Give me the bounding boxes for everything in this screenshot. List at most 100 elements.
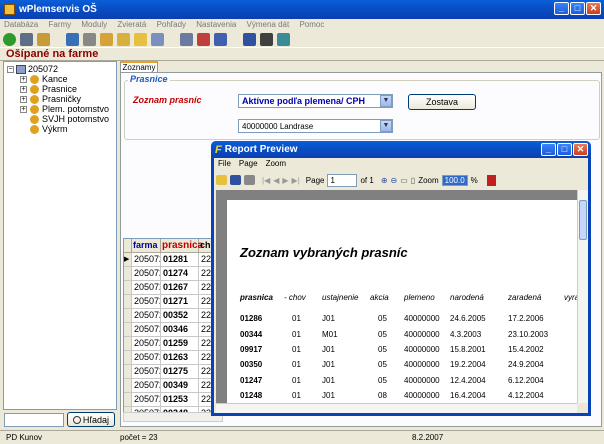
cell-prasnica[interactable]: 01275 <box>161 365 199 379</box>
zoom-input[interactable]: 100.0 <box>441 174 468 186</box>
cell-farma[interactable]: 205072 <box>132 309 161 323</box>
tree-item-prasnice[interactable]: + Prasnice <box>20 84 77 94</box>
table-row[interactable]: 2050720125322 <box>124 393 222 407</box>
tree-root[interactable]: − 205072 <box>7 64 58 74</box>
preview-vscroll[interactable] <box>577 190 588 403</box>
folder-icon[interactable] <box>134 32 147 46</box>
tree-item-vykrm[interactable]: Výkrm <box>30 124 68 134</box>
chevron-down-icon[interactable]: ▼ <box>380 120 392 132</box>
page-input[interactable] <box>327 173 358 187</box>
cell-farma[interactable]: 205072 <box>132 365 161 379</box>
maximize-button[interactable]: □ <box>570 2 585 15</box>
table-row[interactable]: 2050720127422 <box>124 267 222 281</box>
menu-zvierata[interactable]: Zvieratá <box>117 20 146 29</box>
row-selector[interactable] <box>124 323 132 337</box>
cell-farma[interactable]: 205072 <box>132 351 161 365</box>
zoom-out-icon[interactable]: ⊖ <box>391 176 398 185</box>
edit-icon[interactable] <box>83 32 96 46</box>
first-page-icon[interactable]: |◀ <box>262 176 270 185</box>
card-icon[interactable] <box>151 32 164 46</box>
row-selector[interactable]: ▶ <box>124 253 132 267</box>
cell-farma[interactable]: 205072 <box>132 295 161 309</box>
preview-menu-page[interactable]: Page <box>239 159 258 168</box>
row-selector[interactable] <box>124 281 132 295</box>
table-row[interactable]: 2050720034922 <box>124 379 222 393</box>
tree-item-kance[interactable]: + Kance <box>20 74 68 84</box>
row-selector[interactable] <box>124 295 132 309</box>
zoom-in-icon[interactable]: ⊕ <box>381 176 388 185</box>
preview-menu-zoom[interactable]: Zoom <box>266 159 286 168</box>
pig-icon[interactable] <box>100 32 113 46</box>
table-row[interactable]: 2050720125922 <box>124 337 222 351</box>
cell-farma[interactable]: 205072 <box>132 281 161 295</box>
options-icon[interactable] <box>37 32 50 46</box>
search-button[interactable]: Hľadaj <box>67 412 115 427</box>
preview-close-button[interactable]: ✕ <box>573 143 588 156</box>
chevron-down-icon[interactable]: ▼ <box>380 95 392 107</box>
print-icon[interactable] <box>244 175 255 185</box>
prev-page-icon[interactable]: ◀ <box>273 176 279 185</box>
refresh-icon[interactable] <box>3 32 16 46</box>
filter-select[interactable]: Aktívne podľa plemena/ CPH ▼ <box>238 94 393 108</box>
menu-moduly[interactable]: Moduly <box>81 20 107 29</box>
zostava-button[interactable]: Zostava <box>408 94 476 110</box>
tree-item-prasnicky[interactable]: + Prasničky <box>20 94 81 104</box>
fit-width-icon[interactable]: ▭ <box>400 176 408 185</box>
scroll-thumb[interactable] <box>579 200 587 240</box>
pig-group-icon[interactable] <box>117 32 130 46</box>
cell-prasnica[interactable]: 01253 <box>161 393 199 407</box>
save-icon[interactable] <box>230 175 241 185</box>
last-page-icon[interactable]: ▶| <box>292 176 300 185</box>
cell-prasnica[interactable]: 00346 <box>161 323 199 337</box>
cell-farma[interactable]: 205072 <box>132 323 161 337</box>
preview-menu-file[interactable]: File <box>218 159 231 168</box>
cell-prasnica[interactable]: 01267 <box>161 281 199 295</box>
cell-farma[interactable]: 205072 <box>132 267 161 281</box>
preview-minimize-button[interactable]: _ <box>541 143 556 156</box>
fit-page-icon[interactable]: ▯ <box>411 176 415 185</box>
report-blue-icon[interactable] <box>214 32 227 46</box>
network-icon[interactable] <box>277 32 290 46</box>
menu-pohlady[interactable]: Pohľady <box>157 20 186 29</box>
export-icon[interactable] <box>260 32 273 46</box>
report-icon[interactable] <box>180 32 193 46</box>
table-row[interactable]: 2050720126322 <box>124 351 222 365</box>
close-preview-icon[interactable] <box>486 174 496 186</box>
tree-item-plem-potomstvo[interactable]: + Plem. potomstvo <box>20 104 109 114</box>
close-button[interactable]: ✕ <box>586 2 601 15</box>
table-row[interactable]: 2050720035222 <box>124 309 222 323</box>
cell-prasnica[interactable]: 00349 <box>161 379 199 393</box>
column-header-prasnica[interactable]: prasnica <box>161 239 203 252</box>
search-input[interactable] <box>4 413 64 427</box>
row-selector[interactable] <box>124 309 132 323</box>
cell-farma[interactable]: 205072 <box>132 393 161 407</box>
report-red-icon[interactable] <box>197 32 210 46</box>
row-selector[interactable] <box>124 337 132 351</box>
cell-prasnica[interactable]: 01281 <box>161 253 199 267</box>
open-icon[interactable] <box>20 32 33 46</box>
table-row[interactable]: 2050720127122 <box>124 295 222 309</box>
breed-select[interactable]: 40000000 Landrase ▼ <box>238 119 393 133</box>
tree-item-svjh-potomstvo[interactable]: SVJH potomstvo <box>30 114 109 124</box>
cell-prasnica[interactable]: 01271 <box>161 295 199 309</box>
menu-vymena-dat[interactable]: Výmena dát <box>247 20 290 29</box>
menu-farmy[interactable]: Farmy <box>48 20 71 29</box>
row-selector[interactable] <box>124 351 132 365</box>
table-row[interactable]: 2050720126722 <box>124 281 222 295</box>
column-header-farma[interactable]: farma <box>132 239 161 252</box>
table-row[interactable]: 2050720127522 <box>124 365 222 379</box>
preview-hscroll[interactable] <box>216 403 577 413</box>
cell-prasnica[interactable]: 00352 <box>161 309 199 323</box>
row-selector[interactable] <box>124 365 132 379</box>
row-selector[interactable] <box>124 393 132 407</box>
cell-farma[interactable]: 205072 <box>132 253 161 267</box>
menu-pomoc[interactable]: Pomoc <box>299 20 324 29</box>
cell-farma[interactable]: 205072 <box>132 379 161 393</box>
table-row[interactable]: ▶2050720128122 <box>124 253 222 267</box>
chart-icon[interactable] <box>66 32 79 46</box>
preview-maximize-button[interactable]: □ <box>557 143 572 156</box>
save-icon[interactable] <box>243 32 256 46</box>
row-selector[interactable] <box>124 267 132 281</box>
minimize-button[interactable]: _ <box>554 2 569 15</box>
menu-databaza[interactable]: Databáza <box>4 20 38 29</box>
